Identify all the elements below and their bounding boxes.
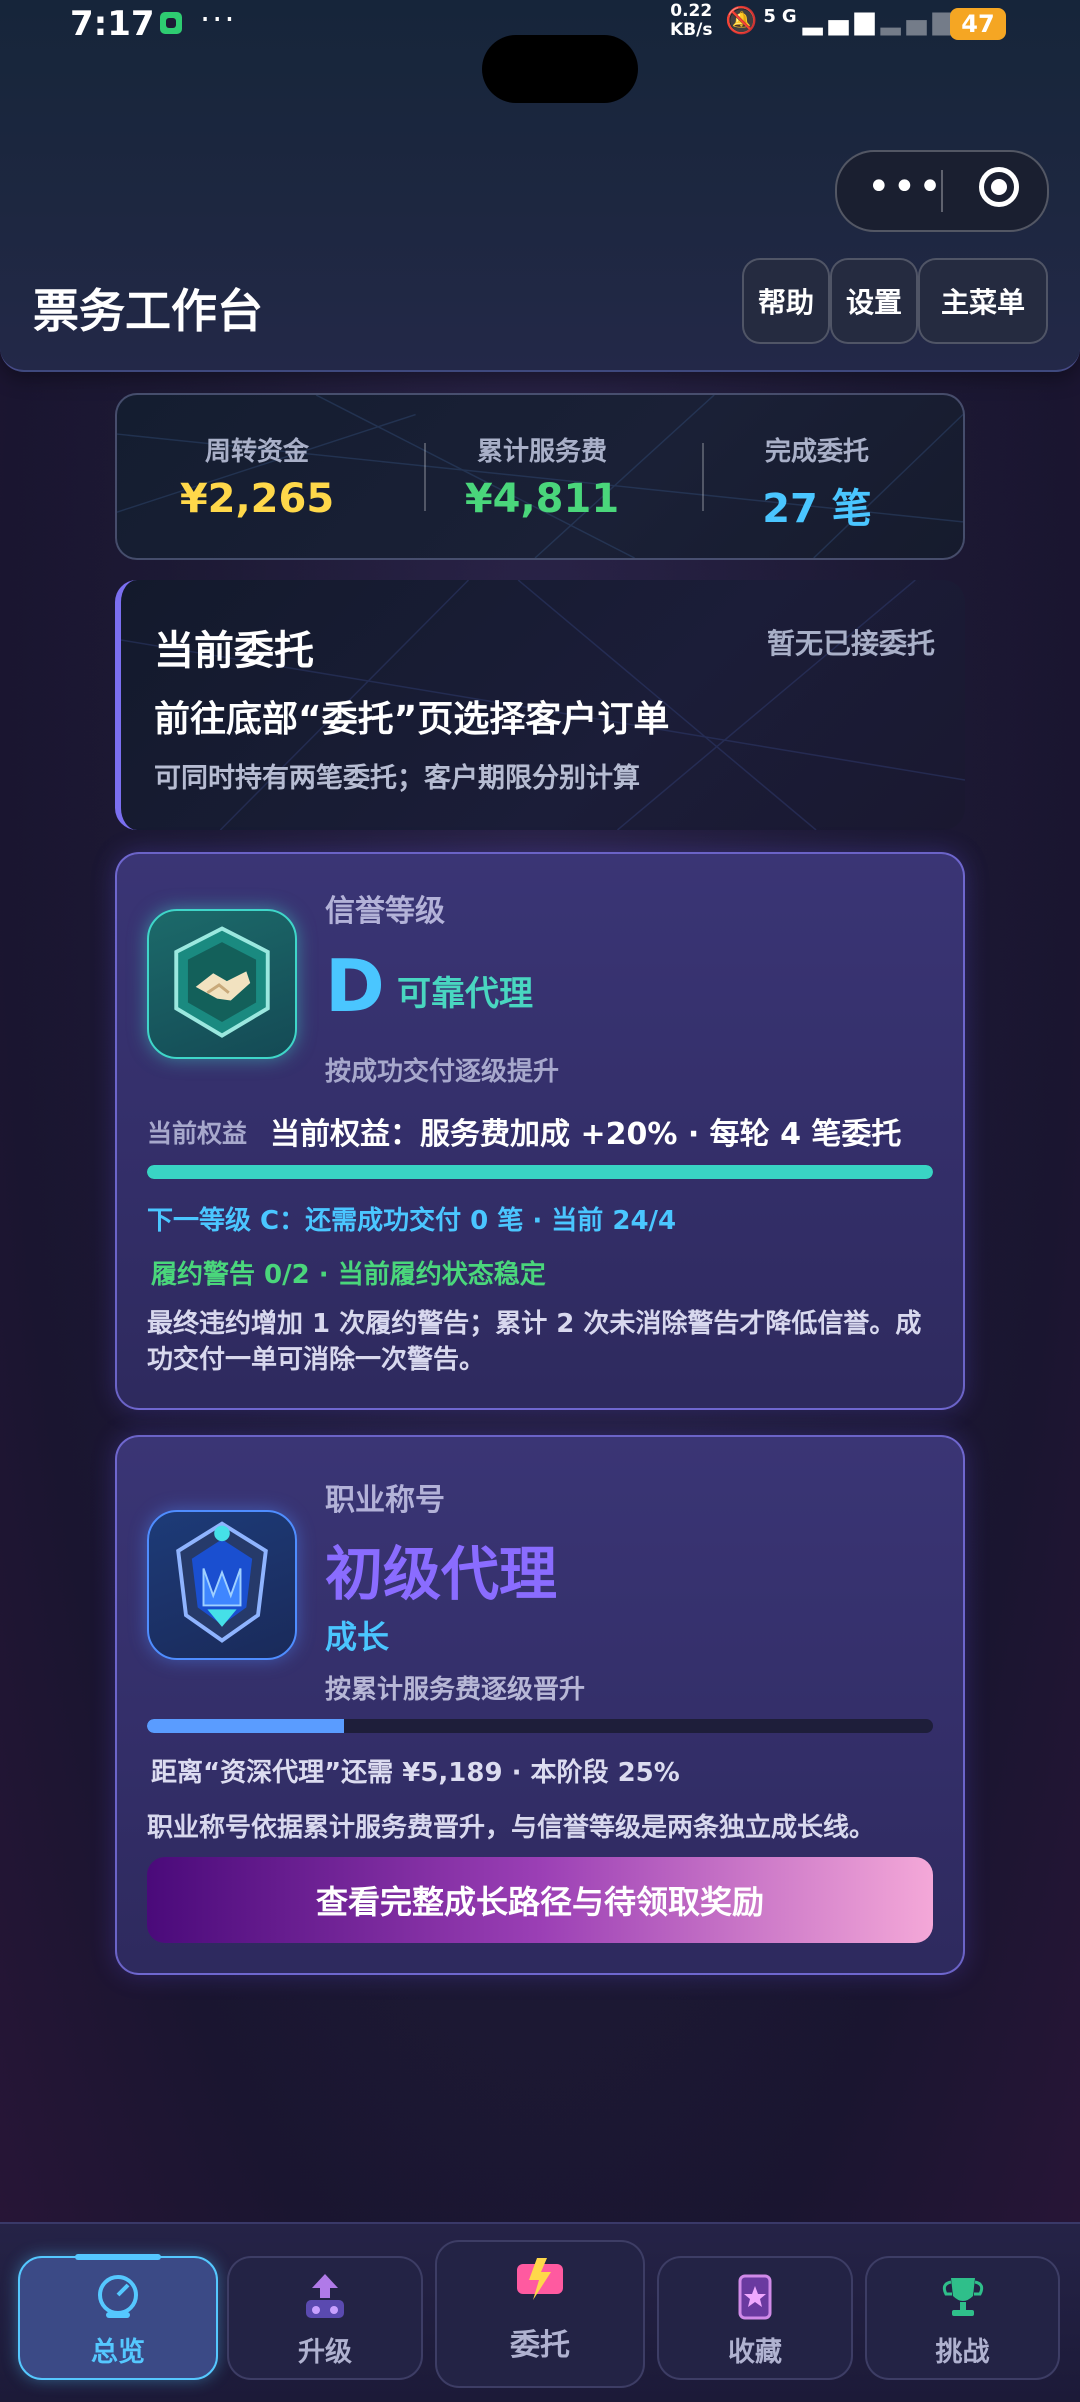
status-time: 7:17: [70, 4, 155, 44]
warning-status: 履约警告 0/2 · 当前履约状态稳定: [151, 1260, 546, 1290]
nav-tab-commission[interactable]: 委托: [435, 2240, 645, 2388]
career-label: 职业称号: [325, 1483, 445, 1518]
upgrade-icon: [306, 2274, 344, 2318]
commission-icon: [517, 2258, 563, 2300]
nav-label: 升级: [298, 2337, 352, 2368]
view-growth-path-button[interactable]: 查看完整成长路径与待领取奖励: [147, 1857, 933, 1943]
career-note: 职业称号依据累计服务费晋升，与信誉等级是两条独立成长线。: [147, 1813, 876, 1843]
active-tab-indicator: [75, 2254, 161, 2260]
career-title-card: 职业称号 初级代理 成长 按累计服务费逐级晋升 距离“资深代理”还需 ¥5,18…: [115, 1435, 965, 1975]
collection-icon: [738, 2274, 772, 2320]
settings-button[interactable]: 设置: [830, 258, 918, 344]
commission-title: 当前委托: [154, 628, 314, 674]
help-button[interactable]: 帮助: [742, 258, 830, 344]
miniprogram-capsule[interactable]: •••: [835, 150, 1049, 232]
next-grade-text: 下一等级 C：还需成功交付 0 笔 · 当前 24/4: [147, 1206, 677, 1236]
reputation-label: 信誉等级: [325, 894, 445, 929]
reputation-card: 信誉等级 D 可靠代理 按成功交付逐级提升 当前权益 当前权益：服务费加成 +2…: [115, 852, 965, 1410]
dashboard-icon: [98, 2275, 138, 2318]
nav-tab-upgrade[interactable]: 升级: [227, 2256, 423, 2380]
nav-label: 委托: [510, 2328, 570, 2363]
career-progress-fill: [147, 1719, 344, 1733]
current-commission-card[interactable]: 当前委托 暂无已接委托 前往底部“委托”页选择客户订单 可同时持有两笔委托；客户…: [115, 580, 965, 830]
career-progress-bar: [147, 1719, 933, 1733]
nav-tab-collection[interactable]: 收藏: [657, 2256, 853, 2380]
stat-value: ¥4,811: [464, 476, 620, 522]
reputation-grade: D: [325, 944, 385, 1028]
reputation-grade-name: 可靠代理: [397, 974, 533, 1014]
capsule-divider: [941, 170, 943, 212]
reputation-tip: 按成功交付逐级提升: [325, 1057, 560, 1087]
trophy-icon: [942, 2278, 983, 2316]
network-speed: 0.22 KB/s: [670, 1, 713, 40]
stats-panel: 周转资金 ¥2,265 累计服务费 ¥4,811 完成委托 27 笔: [115, 393, 965, 560]
status-bar: 7:17 ··· 0.22 KB/s 🔕5G▂▄▆▂▄▆◠ 47: [0, 0, 1080, 60]
benefit-text: 当前权益：服务费加成 +20% · 每轮 4 笔委托: [270, 1117, 902, 1152]
page-title: 票务工作台: [33, 284, 263, 338]
main-menu-button[interactable]: 主菜单: [918, 258, 1048, 344]
stat-working-capital: 周转资金 ¥2,265: [117, 395, 397, 558]
mute-icon: 🔕: [725, 6, 764, 36]
more-notifications-icon: ···: [200, 0, 237, 38]
nav-label: 挑战: [935, 2337, 990, 2368]
reputation-progress-fill: [147, 1165, 933, 1179]
nav-label: 收藏: [728, 2337, 782, 2368]
stat-completed: 完成委托 27 笔: [677, 395, 957, 558]
career-stage: 成长: [325, 1618, 390, 1656]
career-tip: 按累计服务费逐级晋升: [325, 1675, 586, 1705]
benefit-label: 当前权益: [147, 1119, 248, 1148]
stat-total-fee: 累计服务费 ¥4,811: [402, 395, 682, 558]
reputation-progress-bar: [147, 1165, 933, 1179]
signal-icons: 🔕5G▂▄▆▂▄▆◠: [725, 6, 987, 36]
nav-label: 总览: [91, 2337, 145, 2368]
close-miniprogram-icon[interactable]: [979, 167, 1019, 207]
nav-tab-overview[interactable]: 总览: [18, 2256, 218, 2380]
handshake-badge-icon: [147, 909, 297, 1059]
commission-instruction: 前往底部“委托”页选择客户订单: [154, 699, 670, 740]
bottom-navigation: 总览 升级 委托 收藏 挑战: [0, 2222, 1080, 2402]
reputation-note: 最终违约增加 1 次履约警告；累计 2 次未消除警告才降低信誉。成功交付一单可消…: [147, 1309, 922, 1375]
network-type: 5G: [763, 6, 803, 27]
crown-shield-badge-icon: [147, 1510, 297, 1660]
commission-status: 暂无已接委托: [766, 627, 935, 660]
stat-label: 累计服务费: [476, 437, 607, 467]
more-icon[interactable]: •••: [867, 164, 944, 210]
career-distance: 距离“资深代理”还需 ¥5,189 · 本阶段 25%: [151, 1758, 680, 1788]
stat-value: 27 笔: [762, 486, 872, 532]
commission-note: 可同时持有两笔委托；客户期限分别计算: [154, 763, 640, 794]
signal-icon: ▂▄▆: [802, 6, 881, 36]
career-title-name: 初级代理: [325, 1540, 558, 1608]
stat-label: 完成委托: [764, 437, 869, 467]
signal-icon-2: ▂▄▆: [880, 6, 959, 36]
stat-value: ¥2,265: [179, 476, 335, 522]
nav-tab-challenge[interactable]: 挑战: [865, 2256, 1060, 2380]
notification-icon: [160, 12, 182, 34]
stat-label: 周转资金: [204, 437, 309, 467]
battery-indicator: 47: [950, 8, 1006, 40]
